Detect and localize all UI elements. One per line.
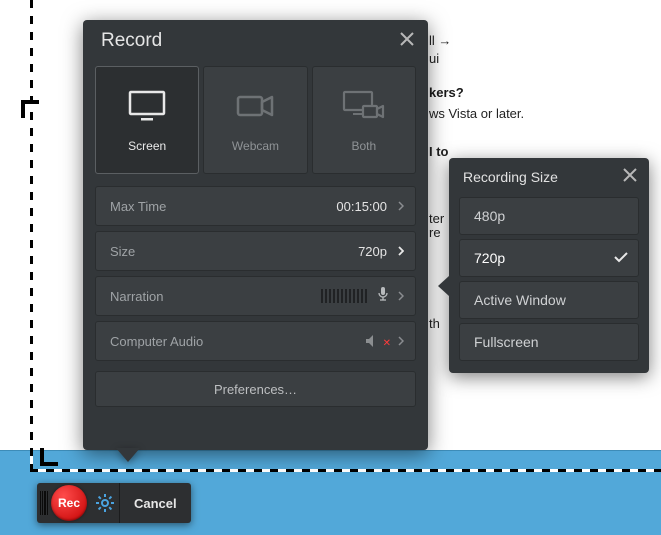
record-button[interactable]: Rec <box>51 485 87 521</box>
background-text: ter <box>429 211 444 226</box>
cancel-button[interactable]: Cancel <box>120 483 191 523</box>
both-icon <box>341 88 387 129</box>
capture-handle-icon[interactable] <box>21 100 39 118</box>
gear-icon[interactable] <box>91 483 119 523</box>
row-value: 720p <box>358 244 387 259</box>
row-value: 00:15:00 <box>336 199 387 214</box>
row-label: Narration <box>110 289 163 304</box>
background-text: th <box>429 316 440 331</box>
background-text: ui <box>429 51 439 66</box>
chevron-right-icon <box>395 201 407 211</box>
screen-icon <box>124 88 170 129</box>
level-meter <box>321 289 367 303</box>
preferences-button[interactable]: Preferences… <box>95 371 416 407</box>
row-narration[interactable]: Narration <box>95 276 416 316</box>
record-panel: Record Screen Webcam Both Max Time <box>83 20 428 450</box>
chevron-right-icon <box>395 336 407 346</box>
size-option-active-window[interactable]: Active Window <box>459 281 639 319</box>
capture-handle-icon[interactable] <box>40 448 58 466</box>
source-both[interactable]: Both <box>312 66 416 174</box>
row-max-time[interactable]: Max Time 00:15:00 <box>95 186 416 226</box>
option-label: Active Window <box>474 292 566 308</box>
source-label: Screen <box>128 139 166 153</box>
row-label: Computer Audio <box>110 334 203 349</box>
background-text: ll → <box>429 33 451 48</box>
panel-title: Record <box>101 30 162 52</box>
row-label: Size <box>110 244 135 259</box>
row-computer-audio[interactable]: Computer Audio ✕ <box>95 321 416 361</box>
option-label: Fullscreen <box>474 334 539 350</box>
background-text: kers? <box>429 85 464 100</box>
source-screen[interactable]: Screen <box>95 66 199 174</box>
drag-handle-icon[interactable] <box>37 483 51 523</box>
size-option-480p[interactable]: 480p <box>459 197 639 235</box>
close-icon[interactable] <box>400 30 414 52</box>
record-control-strip: Rec Cancel <box>37 483 191 523</box>
source-label: Both <box>351 139 376 153</box>
speaker-muted-icon: ✕ <box>365 334 391 348</box>
background-text: re <box>429 225 441 240</box>
source-webcam[interactable]: Webcam <box>203 66 307 174</box>
popup-title: Recording Size <box>463 169 558 185</box>
popup-pointer <box>438 276 449 296</box>
chevron-right-icon <box>395 246 407 256</box>
background-text: I to <box>429 144 449 159</box>
check-icon <box>614 250 628 266</box>
background-text: ws Vista or later. <box>429 106 524 121</box>
panel-pointer <box>116 448 140 462</box>
row-size[interactable]: Size 720p <box>95 231 416 271</box>
recording-size-popup: Recording Size 480p 720p Active Window F… <box>449 158 649 373</box>
microphone-icon <box>377 286 389 307</box>
size-option-720p[interactable]: 720p <box>459 239 639 277</box>
option-label: 720p <box>474 250 505 266</box>
source-label: Webcam <box>232 139 279 153</box>
size-option-fullscreen[interactable]: Fullscreen <box>459 323 639 361</box>
close-icon[interactable] <box>623 168 637 185</box>
option-label: 480p <box>474 208 505 224</box>
webcam-icon <box>232 88 278 129</box>
row-label: Max Time <box>110 199 166 214</box>
chevron-right-icon <box>395 291 407 301</box>
